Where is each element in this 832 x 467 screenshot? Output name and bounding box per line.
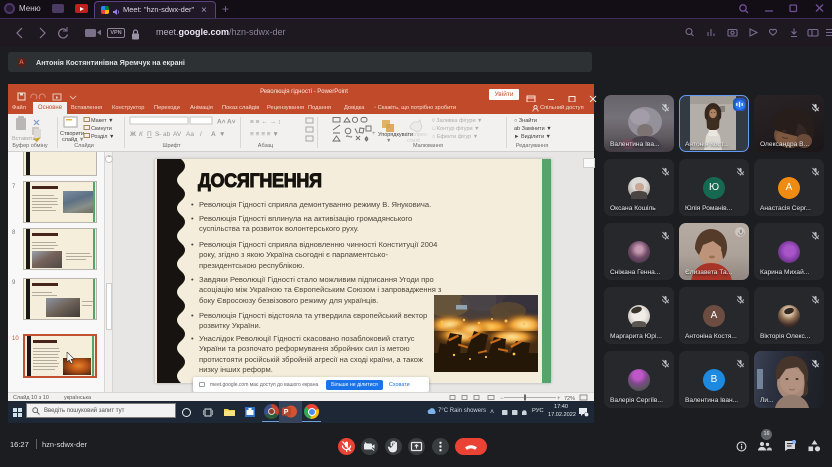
svg-text:Розділ ▼: Розділ ▼ xyxy=(91,134,114,140)
svg-text:◊: ◊ xyxy=(365,136,368,143)
svg-text:Ж: Ж xyxy=(129,131,136,138)
svg-text:► Виділити ▼: ► Виділити ▼ xyxy=(514,134,551,140)
svg-text:○ Знайти: ○ Знайти xyxy=(514,117,537,124)
svg-text:Скинути: Скинути xyxy=(91,126,112,132)
svg-text:Aа: Aа xyxy=(186,131,194,138)
svg-text:≡ ≡ ≡ ≡ ▼: ≡ ≡ ≡ ≡ ▼ xyxy=(250,131,279,138)
svg-text:◊ Заливка фігури ▼: ◊ Заливка фігури ▼ xyxy=(432,118,483,124)
svg-text:AV: AV xyxy=(173,131,182,138)
svg-text:П: П xyxy=(147,131,152,138)
svg-text:▼: ▼ xyxy=(386,138,391,144)
svg-text:○ Ефекти фігур ▼: ○ Ефекти фігур ▼ xyxy=(432,134,478,140)
svg-text:S̶: S̶ xyxy=(155,131,161,138)
svg-text:□ Контур фігури ▼: □ Контур фігури ▼ xyxy=(432,126,480,132)
svg-text:Вставити: Вставити xyxy=(12,136,36,142)
svg-text:К: К xyxy=(139,131,144,138)
svg-text:ab: ab xyxy=(163,131,171,138)
svg-text:/: / xyxy=(200,131,202,138)
svg-text:P: P xyxy=(284,409,289,416)
svg-text:A˄ A˅: A˄ A˅ xyxy=(217,119,236,126)
svg-text:+: + xyxy=(372,131,376,137)
svg-text:А: А xyxy=(211,131,216,138)
svg-text:▼: ▼ xyxy=(219,131,225,138)
svg-text:ab Замінити ▼: ab Замінити ▼ xyxy=(514,126,552,132)
svg-text:≡ ≡ ← → ↕: ≡ ≡ ← → ↕ xyxy=(250,119,281,126)
svg-text:слайд ▼: слайд ▼ xyxy=(62,136,84,143)
svg-text:Макет ▼: Макет ▼ xyxy=(91,118,114,124)
svg-text:стилі: стилі xyxy=(407,138,420,144)
